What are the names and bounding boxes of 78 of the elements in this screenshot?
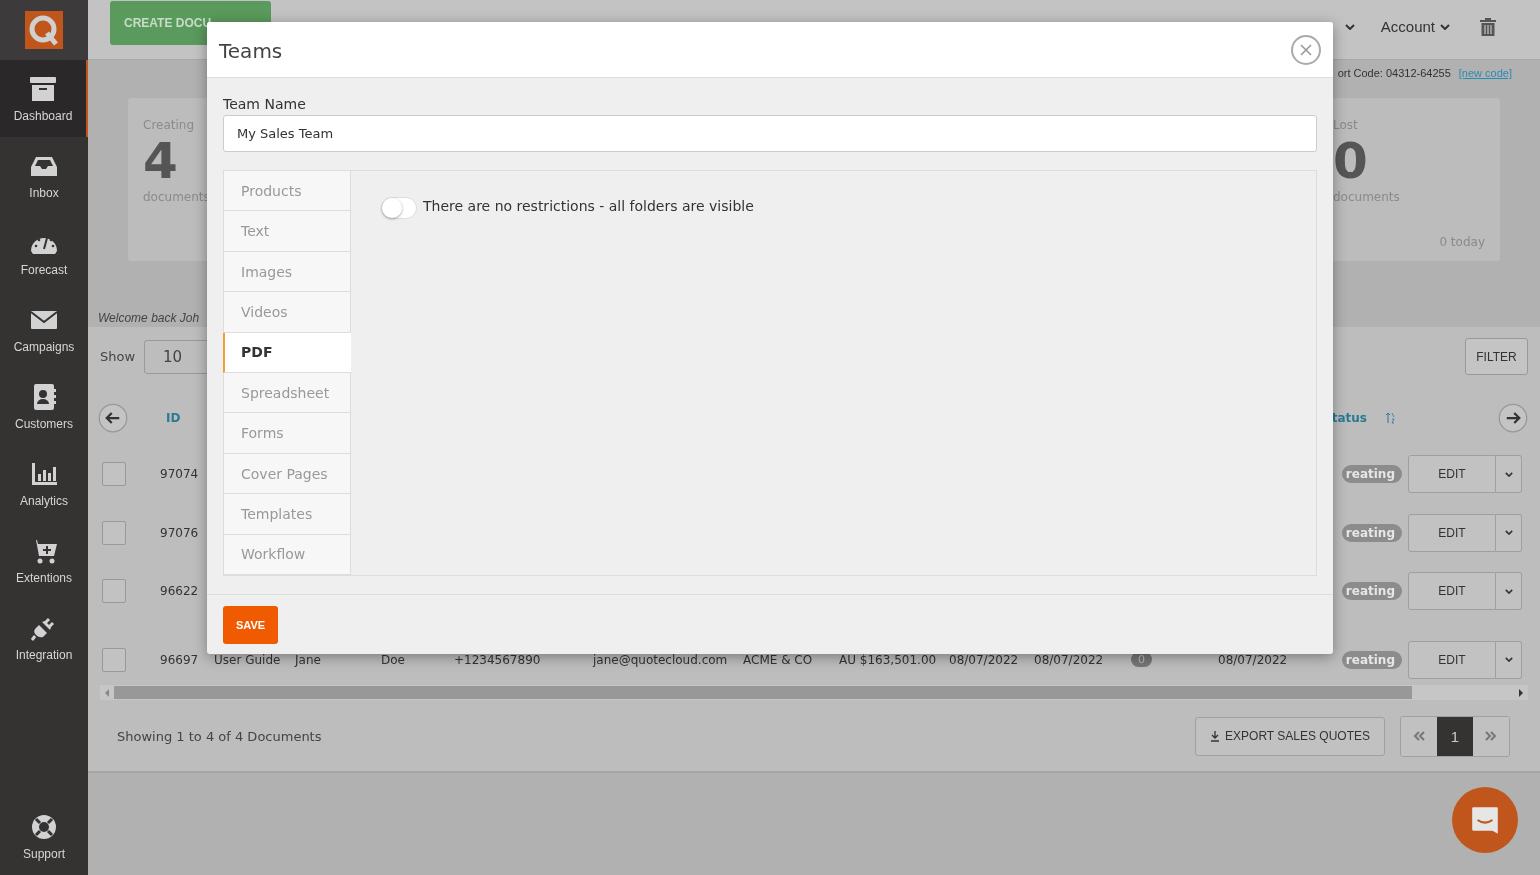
- dropdown-button[interactable]: [1496, 572, 1522, 611]
- table-cell-text: 08/07/2022: [1218, 652, 1289, 667]
- arrow-right-icon[interactable]: [1498, 402, 1528, 433]
- arrow-left-icon[interactable]: [98, 402, 128, 433]
- status-badge: reating: [1341, 465, 1402, 484]
- toggle-label: There are no restrictions - all folders are visible: [423, 198, 754, 214]
- sidebar-item[interactable]: Integration: [0, 599, 88, 676]
- show-label: Show: [100, 349, 136, 364]
- logo-icon[interactable]: [25, 11, 63, 49]
- edit-button[interactable]: EDIT: [1408, 572, 1496, 611]
- archive-icon: [29, 74, 57, 103]
- table-cell-text: Doe: [381, 652, 406, 667]
- caret-icon: [1504, 530, 1513, 536]
- sidebar-item[interactable]: Dashboard: [0, 60, 88, 137]
- sidebar-item[interactable]: Analytics: [0, 445, 88, 522]
- double-chevron-right-icon: [1485, 731, 1497, 741]
- double-chevron-left-icon: [1413, 731, 1425, 741]
- row-checkbox[interactable]: [102, 462, 126, 487]
- table-cell-text: 97076: [160, 525, 200, 540]
- welcome-text: Welcome back Joh: [98, 311, 200, 325]
- row-checkbox[interactable]: [102, 579, 126, 604]
- page-button[interactable]: 1: [1437, 716, 1473, 756]
- table-cell-text: 96697: [160, 652, 200, 667]
- scroll-left-icon[interactable]: [104, 688, 110, 697]
- row-checkbox[interactable]: [102, 520, 126, 545]
- category-tab[interactable]: PDF: [223, 332, 351, 374]
- sidebar-item[interactable]: Inbox: [0, 137, 88, 214]
- table-cell-text: User Guide: [214, 652, 282, 667]
- table-cell-text: 97074: [160, 467, 200, 482]
- results-summary: Showing 1 to 4 of 4 Documents: [117, 728, 322, 744]
- support-code: ort Code: 04312-64255: [1337, 67, 1451, 81]
- table-cell-text: Jane: [295, 652, 322, 667]
- sidebar-item[interactable]: Customers: [0, 368, 88, 445]
- edit-button[interactable]: EDIT: [1408, 455, 1496, 494]
- scroll-right-icon[interactable]: [1518, 688, 1524, 697]
- table-cell-text: 08/07/2022: [949, 652, 1020, 667]
- sidebar-item[interactable]: Extentions: [0, 522, 88, 599]
- last-page-button[interactable]: [1473, 716, 1509, 756]
- stat-count: 4: [143, 132, 178, 190]
- edit-button[interactable]: EDIT: [1408, 513, 1496, 552]
- chevron-down-icon: [1440, 23, 1450, 30]
- restriction-toggle[interactable]: [381, 197, 417, 219]
- table-cell-text: jane@quotecloud.com: [593, 652, 729, 667]
- close-icon: [1300, 43, 1312, 56]
- table-cell-text: ACME & CO: [743, 652, 814, 667]
- stat-count: 0: [1333, 132, 1368, 190]
- filter-button[interactable]: FILTER: [1465, 338, 1528, 375]
- status-badge: reating: [1341, 582, 1402, 601]
- chat-bubble-icon: [1469, 804, 1501, 836]
- caret-icon: [1504, 588, 1513, 594]
- dropdown-button[interactable]: [1496, 513, 1522, 552]
- account-menu[interactable]: Account: [1380, 18, 1450, 35]
- row-checkbox[interactable]: [102, 647, 126, 672]
- support-link[interactable]: Support: [0, 798, 88, 875]
- team-name-field[interactable]: My Sales Team: [223, 115, 1317, 152]
- field-label: Team Name: [223, 96, 307, 112]
- horizontal-scrollbar[interactable]: [100, 685, 1528, 700]
- caret-icon: [1504, 471, 1513, 477]
- table-cell-text: +1234567890: [454, 652, 542, 667]
- caret-icon: [1504, 657, 1513, 663]
- status-badge: reating: [1341, 650, 1402, 669]
- lifebuoy-icon: [30, 812, 58, 841]
- sort-icon[interactable]: [1385, 411, 1395, 424]
- sidebar-item[interactable]: Campaigns: [0, 291, 88, 368]
- download-icon: [1210, 730, 1221, 742]
- trash-icon[interactable]: [1480, 17, 1496, 36]
- edit-button[interactable]: EDIT: [1408, 640, 1496, 679]
- table-cell-text: 08/07/2022: [1034, 652, 1105, 667]
- sidebar-item[interactable]: Forecast: [0, 214, 88, 291]
- first-page-button[interactable]: [1401, 716, 1437, 756]
- table-cell-text: 96622: [160, 584, 200, 599]
- status-badge: reating: [1341, 523, 1402, 542]
- dropdown-button[interactable]: [1496, 455, 1522, 494]
- export-button[interactable]: EXPORT SALES QUOTES: [1195, 716, 1385, 756]
- chevron-down-icon[interactable]: [1344, 23, 1355, 30]
- close-button[interactable]: [1291, 34, 1321, 65]
- dropdown-button[interactable]: [1496, 640, 1522, 679]
- table-cell-text: AU $163,501.00: [839, 652, 938, 667]
